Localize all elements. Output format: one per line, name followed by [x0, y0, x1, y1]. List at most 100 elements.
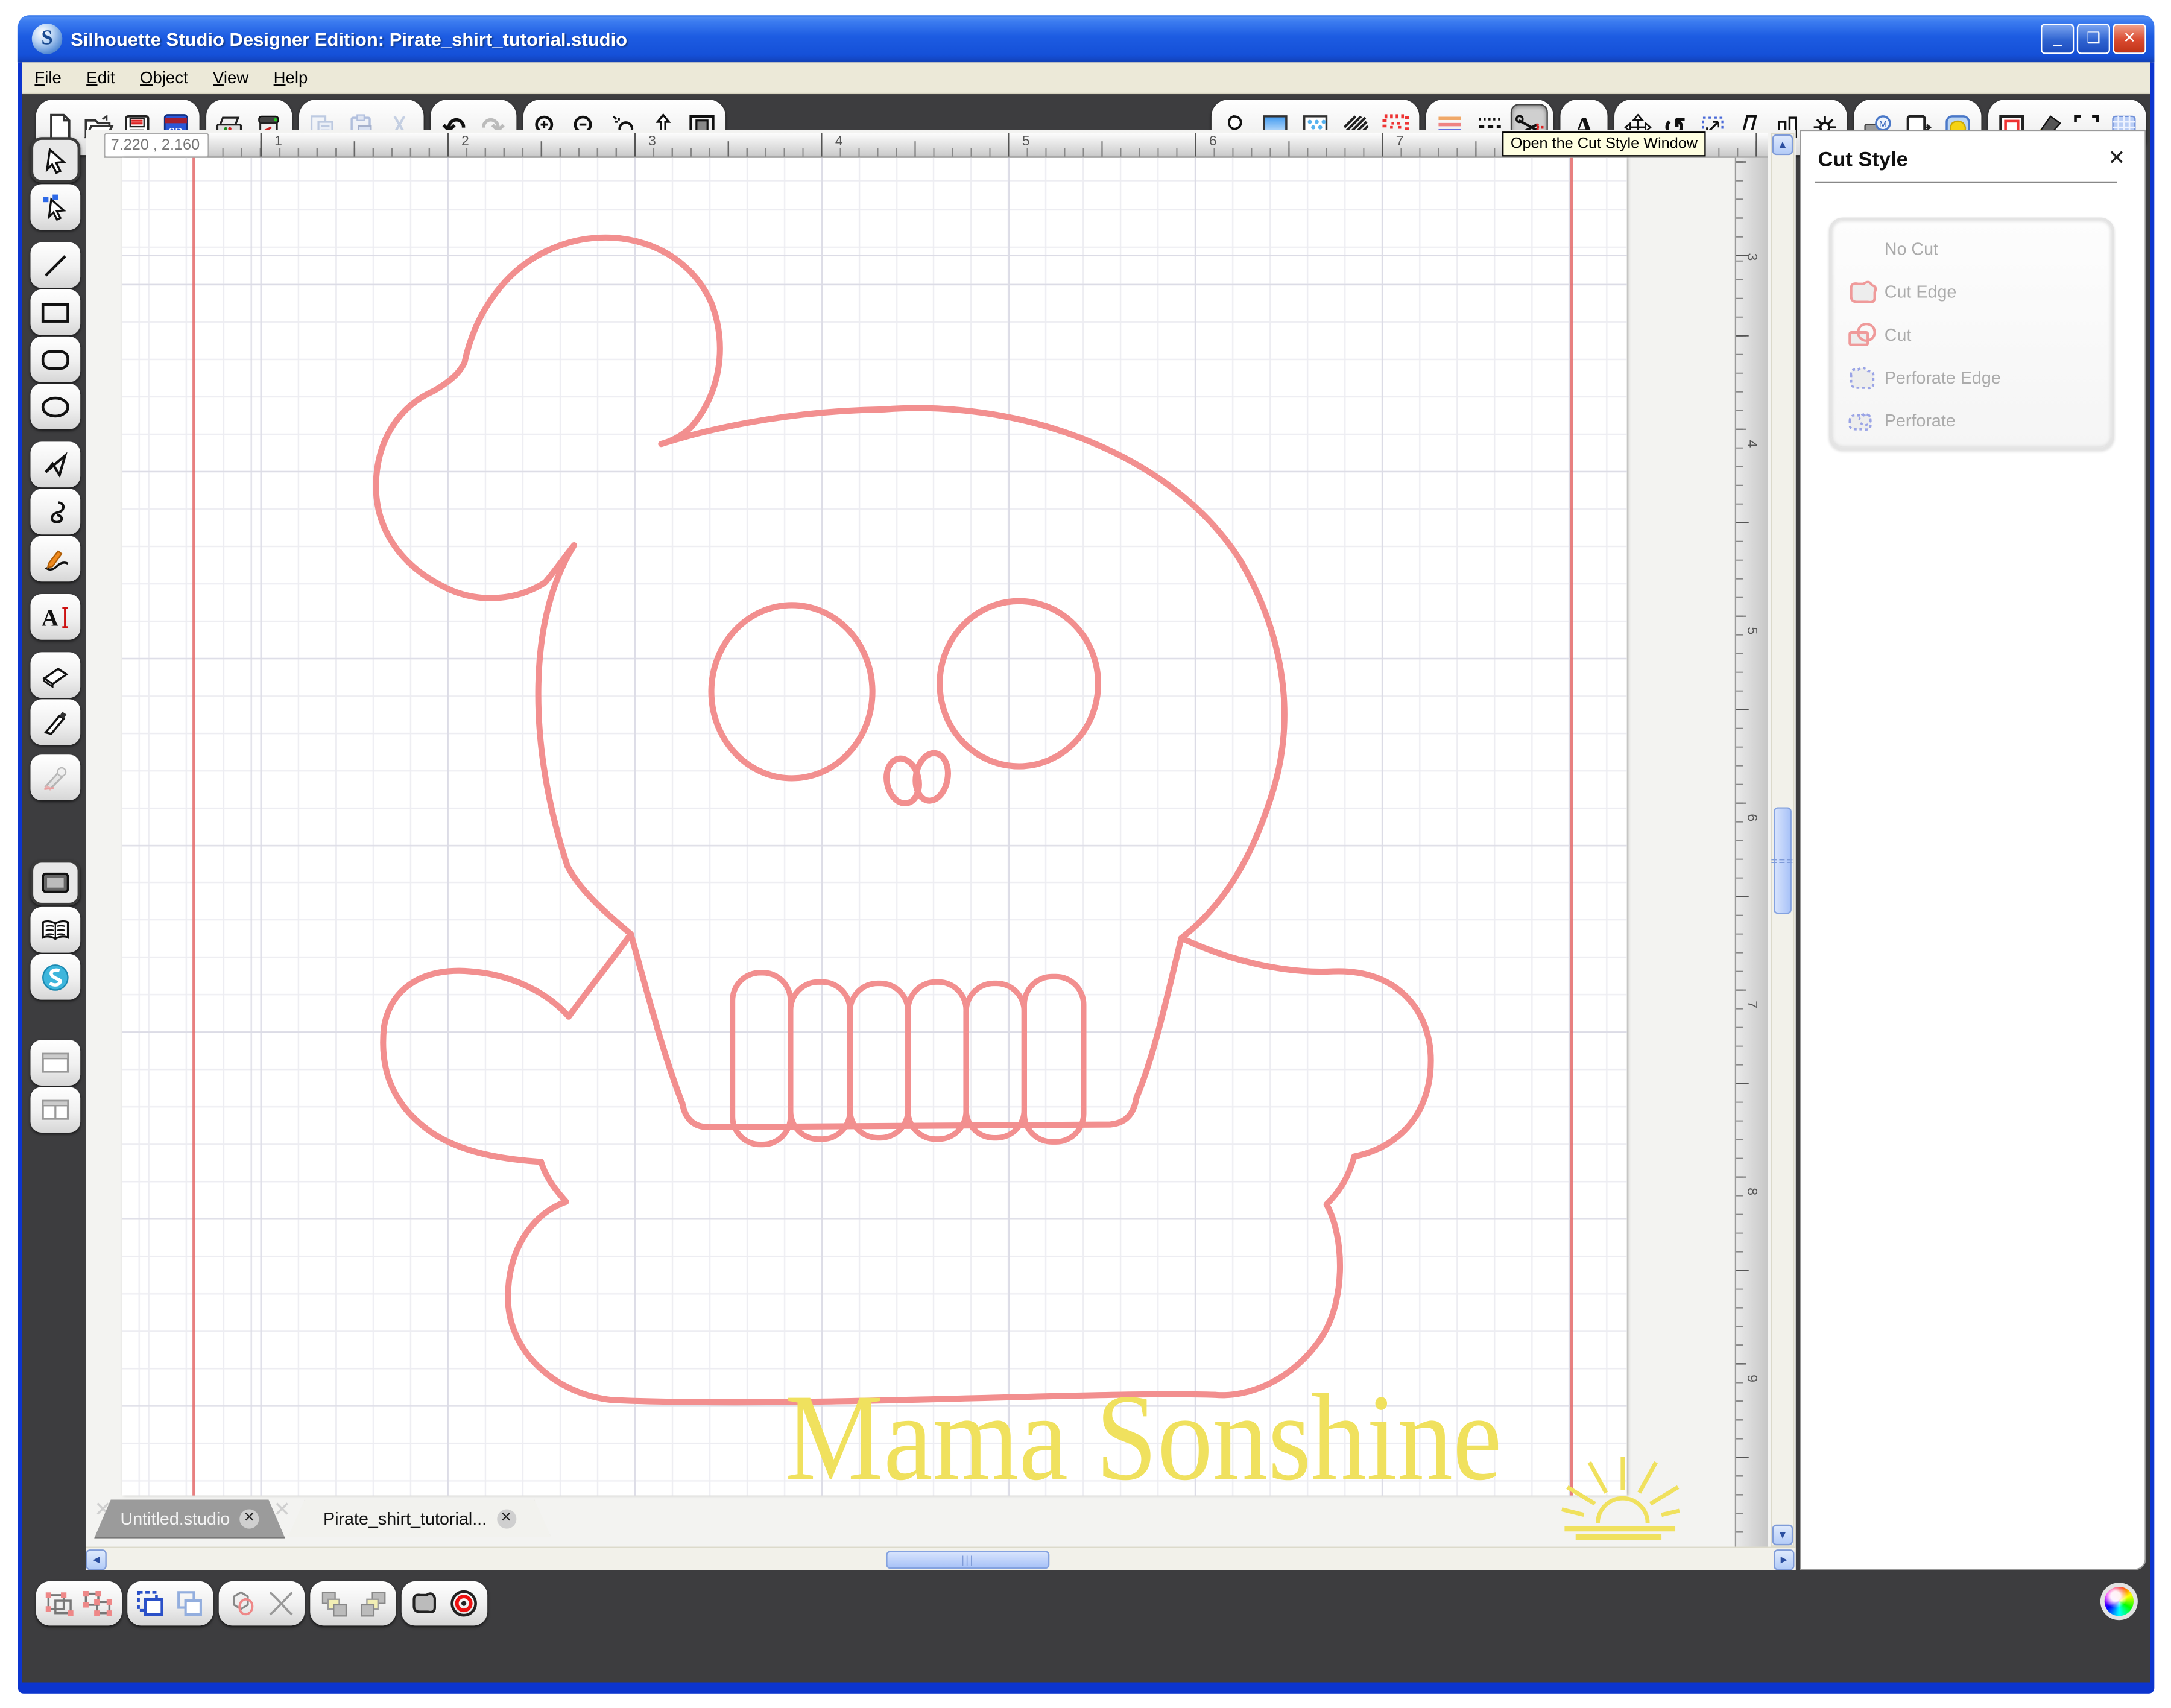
registration-marks-icon[interactable] — [445, 1584, 482, 1623]
menu-help[interactable]: Help — [261, 65, 320, 90]
vertical-scroll-thumb[interactable]: === — [1771, 807, 1795, 914]
group-toolbar-group — [36, 1581, 122, 1626]
menu-bar: File Edit Object View Help — [22, 62, 2150, 95]
cursor-coordinates: 7.220 , 2.160 — [104, 133, 209, 158]
tool-rounded-rectangle[interactable] — [30, 336, 81, 382]
tool-page[interactable] — [30, 859, 81, 906]
path-toolbar-group — [401, 1581, 488, 1626]
color-wheel-icon[interactable] — [2100, 1583, 2138, 1621]
option-label: No Cut — [1884, 239, 1939, 259]
nose-right — [912, 750, 951, 804]
menu-file[interactable]: File — [22, 65, 74, 90]
horizontal-scrollbar[interactable]: ◄ ||| ► — [86, 1546, 1796, 1570]
compound-path-toolbar-group — [127, 1581, 213, 1626]
tool-curve[interactable] — [30, 489, 81, 535]
option-no-cut[interactable]: No Cut — [1843, 229, 2103, 270]
menu-view[interactable]: View — [200, 65, 261, 90]
v-ruler-number: 3 — [1743, 253, 1759, 261]
tool-eraser[interactable] — [30, 652, 81, 698]
perforate-edge-icon — [1843, 364, 1885, 392]
bring-to-front-icon[interactable] — [315, 1584, 352, 1623]
scroll-left-arrow[interactable]: ◄ — [86, 1549, 107, 1570]
v-ruler-number: 4 — [1743, 440, 1759, 448]
title-bar[interactable]: S Silhouette Studio Designer Edition: Pi… — [17, 15, 2155, 63]
app-logo-icon: S — [31, 24, 63, 54]
cut-edge-icon — [1843, 278, 1885, 306]
make-compound-path-icon[interactable] — [132, 1584, 169, 1623]
tool-select[interactable] — [30, 137, 81, 183]
tool-rectangle[interactable] — [30, 289, 81, 335]
skull-crossbones-design[interactable] — [308, 188, 1443, 1406]
window-title: Silhouette Studio Designer Edition: Pira… — [71, 28, 628, 49]
tab-label: Untitled.studio — [120, 1508, 230, 1528]
option-label: Perforate — [1884, 411, 1956, 431]
tool-eyedropper[interactable] — [30, 754, 81, 801]
close-button[interactable]: ✕ — [2113, 24, 2146, 54]
release-compound-path-icon[interactable] — [171, 1584, 209, 1623]
tool-freehand[interactable] — [30, 536, 81, 582]
h-ruler-number: 3 — [648, 134, 656, 150]
tool-knife[interactable] — [30, 699, 81, 745]
v-ruler-number: 5 — [1743, 627, 1759, 635]
vertical-scrollbar[interactable]: ▲ === ▼ — [1771, 133, 1795, 1547]
scroll-down-arrow[interactable]: ▼ — [1772, 1524, 1793, 1546]
h-ruler-number: 4 — [835, 134, 843, 150]
tab-close-icon[interactable]: ✕ — [239, 1508, 259, 1528]
tool-ellipse[interactable] — [30, 383, 81, 429]
option-perforate-edge[interactable]: Perforate Edge — [1843, 357, 2103, 399]
tool-polygon[interactable] — [30, 441, 81, 488]
tab-untitled[interactable]: Untitled.studio ✕ — [94, 1499, 285, 1538]
tab-close-icon[interactable]: ✕ — [496, 1508, 516, 1528]
minimize-button[interactable]: _ — [2041, 24, 2075, 54]
cut-style-panel: Cut Style ✕ No Cut Cut Edge Cut Perforat… — [1800, 130, 2146, 1570]
teeth — [729, 970, 1087, 1148]
panel-title: Cut Style — [1818, 148, 1908, 172]
tool-split-window[interactable] — [30, 1087, 81, 1133]
left-eye — [708, 602, 876, 782]
canvas-area[interactable]: 1 2 3 4 5 6 7 7.220 , 2.160 Mama Sonshin… — [86, 130, 1796, 1570]
menu-edit[interactable]: Edit — [74, 65, 128, 90]
thumb-grip: === — [1771, 854, 1795, 867]
vertical-ruler: 3 4 5 6 7 8 9 — [1734, 157, 1768, 1547]
cut-icon-red — [1843, 321, 1885, 349]
weld-toolbar-group — [218, 1581, 305, 1626]
send-to-back-icon[interactable] — [354, 1584, 391, 1623]
application-window: S Silhouette Studio Designer Edition: Pi… — [0, 0, 2171, 1707]
tool-store[interactable] — [30, 954, 81, 1000]
tooltip: Open the Cut Style Window — [1502, 131, 1706, 157]
right-margin-line — [1570, 157, 1573, 1496]
order-toolbar-group — [310, 1581, 396, 1626]
panel-divider — [1815, 181, 2117, 183]
svg-text:M: M — [1879, 119, 1887, 130]
menu-object[interactable]: Object — [127, 65, 200, 90]
tool-single-window[interactable] — [30, 1040, 81, 1086]
group-icon[interactable] — [41, 1584, 78, 1623]
detach-lines-icon[interactable] — [262, 1584, 300, 1623]
tool-text[interactable]: A — [30, 593, 81, 640]
horizontal-scroll-thumb[interactable]: ||| — [886, 1551, 1050, 1569]
svg-text:A: A — [42, 605, 58, 631]
h-ruler-number: 6 — [1209, 134, 1217, 150]
left-margin-line — [192, 157, 195, 1496]
scroll-up-arrow[interactable]: ▲ — [1772, 134, 1793, 156]
convert-to-path-icon[interactable] — [406, 1584, 444, 1623]
tool-edit-points[interactable] — [30, 184, 81, 230]
watermark-text: Mama Sonshine — [785, 1370, 1502, 1507]
option-label: Cut — [1884, 325, 1912, 345]
weld-icon[interactable] — [224, 1584, 261, 1623]
scroll-right-arrow[interactable]: ► — [1774, 1549, 1795, 1570]
v-ruler-number: 6 — [1743, 814, 1759, 822]
tool-line[interactable] — [30, 242, 81, 288]
panel-close-icon[interactable]: ✕ — [2108, 145, 2125, 170]
ungroup-icon[interactable] — [80, 1584, 117, 1623]
option-cut-edge[interactable]: Cut Edge — [1843, 271, 2103, 313]
cut-style-options: No Cut Cut Edge Cut Perforate Edge Perfo… — [1828, 217, 2114, 451]
option-label: Cut Edge — [1884, 282, 1957, 302]
maximize-button[interactable]: ❏ — [2076, 24, 2110, 54]
tab-pirate-shirt-tutorial[interactable]: Pirate_shirt_tutorial... ✕ — [288, 1499, 551, 1537]
h-ruler-number: 7 — [1395, 134, 1404, 150]
tool-library-view[interactable] — [30, 906, 81, 953]
option-cut[interactable]: Cut — [1843, 314, 2103, 356]
option-perforate[interactable]: Perforate — [1843, 400, 2103, 442]
thumb-grip: ||| — [961, 1554, 975, 1566]
